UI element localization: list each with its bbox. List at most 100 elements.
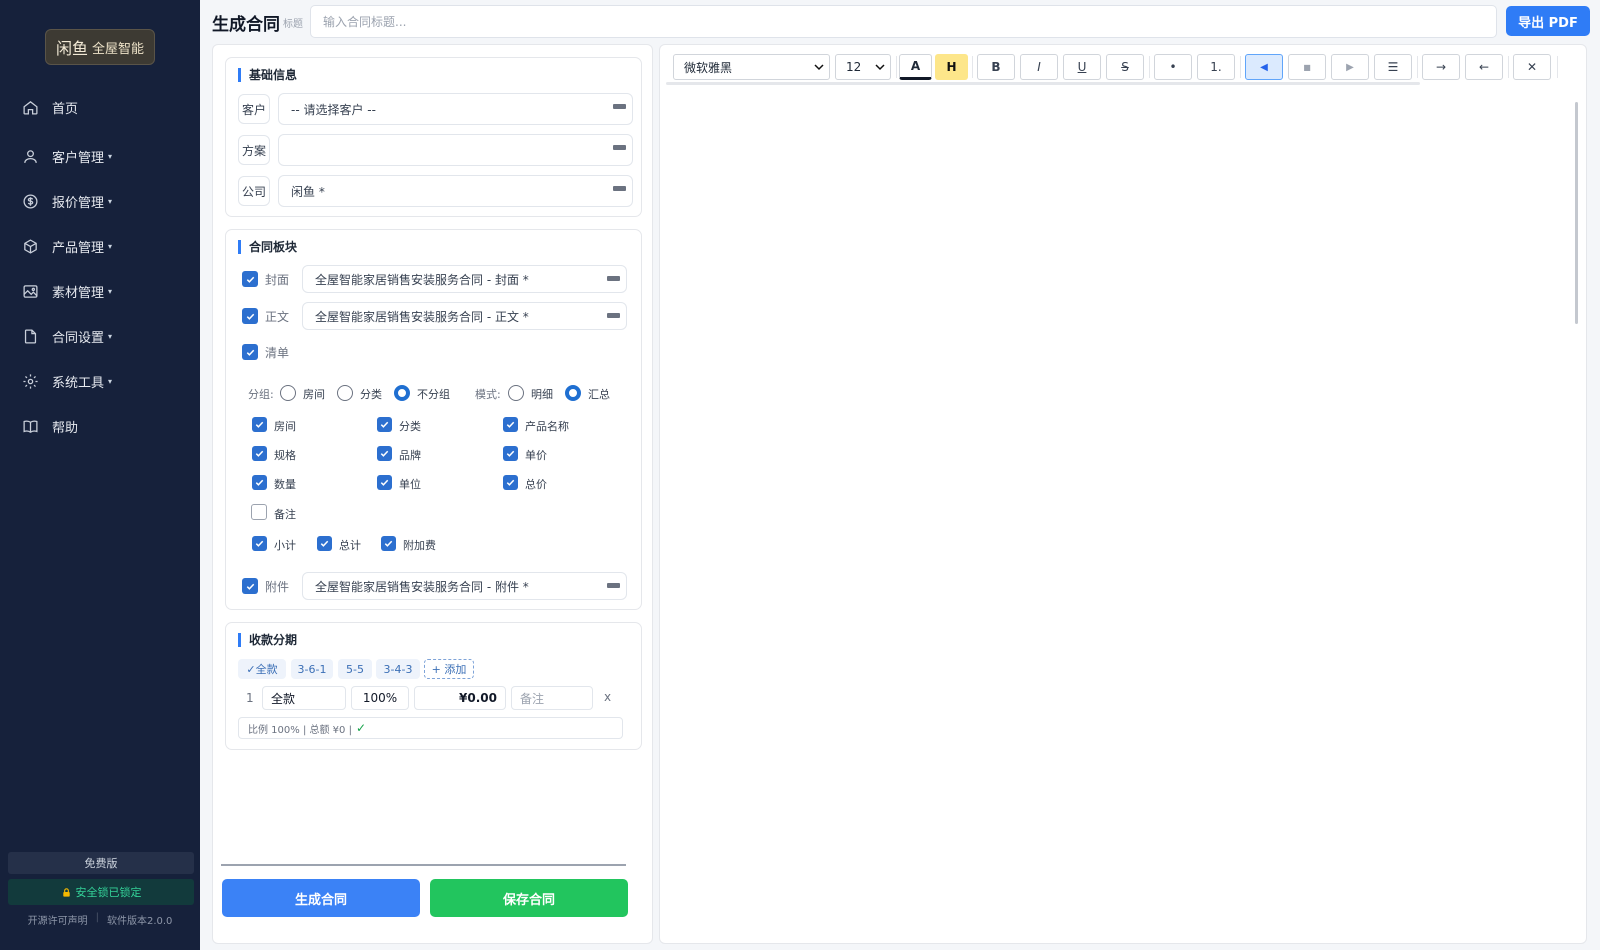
preset-3-4-3[interactable]: 3-4-3 bbox=[376, 659, 420, 679]
nav-item-contract-settings[interactable]: 合同设置 ▾ bbox=[0, 321, 200, 351]
list-checkbox[interactable] bbox=[242, 344, 258, 360]
installment-ratio-input[interactable]: 100% bbox=[351, 686, 409, 710]
cover-checkbox[interactable] bbox=[242, 271, 258, 287]
italic-button[interactable]: I bbox=[1020, 54, 1058, 80]
panel-divider bbox=[221, 864, 626, 866]
nav-item-customers[interactable]: 客户管理 ▾ bbox=[0, 141, 200, 171]
mode-radio-detail[interactable] bbox=[508, 385, 524, 401]
group-option-none: 不分组 bbox=[417, 388, 450, 401]
toolbar-separator bbox=[896, 56, 897, 78]
nav-label-system-tools: 系统工具 bbox=[52, 375, 105, 391]
underline-button[interactable]: U bbox=[1063, 54, 1101, 80]
highlight-button[interactable]: H bbox=[935, 54, 968, 80]
subtotal-label: 小计 bbox=[274, 539, 296, 552]
surcharge-checkbox[interactable] bbox=[381, 536, 396, 551]
group-radio-none[interactable] bbox=[394, 385, 410, 401]
justify-button[interactable]: ☰ bbox=[1374, 54, 1412, 80]
attachment-checkbox[interactable] bbox=[242, 578, 258, 594]
add-installment-button[interactable]: + 添加 bbox=[424, 659, 474, 679]
installment-amount-input[interactable]: ¥0.00 bbox=[414, 686, 506, 710]
plan-select[interactable] bbox=[278, 134, 633, 166]
clear-format-button[interactable]: ✕ bbox=[1513, 54, 1551, 80]
sidebar-footer: 开源许可声明 | 软件版本2.0.0 bbox=[0, 912, 200, 927]
align-left-button[interactable]: ◀ bbox=[1245, 54, 1283, 80]
plan-row: 方案 bbox=[238, 134, 633, 166]
bullet-list-button[interactable]: • bbox=[1154, 54, 1192, 80]
column-checkbox-spec[interactable] bbox=[252, 446, 267, 461]
nav-label-help: 帮助 bbox=[52, 420, 79, 436]
column-checkbox-note[interactable] bbox=[251, 504, 267, 520]
export-pdf-button[interactable]: 导出 PDF bbox=[1506, 6, 1590, 36]
contract-blocks-heading: 合同板块 bbox=[238, 240, 297, 254]
body-template-value: 全屋智能家居销售安装服务合同 - 正文 * bbox=[315, 309, 529, 324]
column-checkbox-brand[interactable] bbox=[377, 446, 392, 461]
nav-label-customers: 客户管理 bbox=[52, 150, 105, 166]
column-label-room: 房间 bbox=[274, 420, 296, 433]
installment-name-input[interactable]: 全款 bbox=[262, 686, 346, 710]
company-select-value: 闲鱼 * bbox=[291, 184, 325, 199]
indent-button[interactable]: → bbox=[1422, 54, 1460, 80]
body-checkbox[interactable] bbox=[242, 308, 258, 324]
outdent-button[interactable]: ← bbox=[1465, 54, 1503, 80]
column-checkbox-unit-price[interactable] bbox=[503, 446, 518, 461]
strikethrough-button[interactable]: S bbox=[1106, 54, 1144, 80]
remove-installment-button[interactable]: x bbox=[604, 690, 611, 704]
attachment-template-select[interactable]: 全屋智能家居销售安装服务合同 - 附件 * bbox=[302, 572, 627, 600]
customer-select[interactable]: -- 请选择客户 -- bbox=[278, 93, 633, 125]
toolbar-separator bbox=[1417, 56, 1418, 78]
group-radio-room[interactable] bbox=[280, 385, 296, 401]
basic-info-card: 基础信息 客户 -- 请选择客户 -- 方案 公司 闲鱼 * bbox=[225, 57, 642, 217]
installment-note-input[interactable]: 备注 bbox=[511, 686, 593, 710]
grand-total-checkbox[interactable] bbox=[317, 536, 332, 551]
column-checkbox-room[interactable] bbox=[252, 417, 267, 432]
editor-content-area[interactable] bbox=[660, 93, 1570, 933]
save-contract-button[interactable]: 保存合同 bbox=[430, 879, 628, 917]
subtotal-checkbox[interactable] bbox=[252, 536, 267, 551]
company-select[interactable]: 闲鱼 * bbox=[278, 175, 633, 207]
brand-seal: 闲鱼 bbox=[55, 39, 88, 58]
nav-item-materials[interactable]: 素材管理 ▾ bbox=[0, 276, 200, 306]
select-handle-icon bbox=[607, 583, 620, 588]
bold-button[interactable]: B bbox=[977, 54, 1015, 80]
align-right-button[interactable]: ▶ bbox=[1331, 54, 1369, 80]
brand-logo[interactable]: 闲鱼 全屋智能 bbox=[45, 29, 155, 65]
attachment-row: 附件 全屋智能家居销售安装服务合同 - 附件 * bbox=[242, 572, 627, 600]
nav-label-materials: 素材管理 bbox=[52, 285, 105, 301]
toolbar-separator bbox=[1508, 56, 1509, 78]
preset-5-5[interactable]: 5-5 bbox=[338, 659, 372, 679]
nav-item-quotes[interactable]: 报价管理 ▾ bbox=[0, 186, 200, 216]
column-checkbox-unit[interactable] bbox=[377, 475, 392, 490]
body-row: 正文 全屋智能家居销售安装服务合同 - 正文 * bbox=[242, 302, 627, 330]
generate-contract-button[interactable]: 生成合同 bbox=[222, 879, 420, 917]
editor-scrollbar[interactable] bbox=[1575, 102, 1578, 324]
nav-item-help[interactable]: 帮助 bbox=[0, 411, 200, 441]
select-handle-icon bbox=[613, 186, 626, 191]
license-link[interactable]: 开源许可声明 bbox=[28, 912, 88, 927]
column-checkbox-total-price[interactable] bbox=[503, 475, 518, 490]
mode-option-detail: 明细 bbox=[531, 388, 553, 401]
column-checkbox-category[interactable] bbox=[377, 417, 392, 432]
ordered-list-button[interactable]: 1. bbox=[1197, 54, 1235, 80]
nav-item-system-tools[interactable]: 系统工具 ▾ bbox=[0, 366, 200, 396]
mode-radio-summary[interactable] bbox=[565, 385, 581, 401]
column-checkbox-product-name[interactable] bbox=[503, 417, 518, 432]
preset-3-6-1[interactable]: 3-6-1 bbox=[291, 659, 333, 679]
nav-item-home[interactable]: 首页 bbox=[0, 92, 200, 122]
select-handle-icon bbox=[607, 276, 620, 281]
preset-full-payment[interactable]: ✓全款 bbox=[238, 659, 286, 679]
user-icon bbox=[24, 149, 37, 163]
group-option-room: 房间 bbox=[303, 388, 325, 401]
security-lock-status[interactable]: 安全锁已锁定 bbox=[8, 879, 194, 905]
align-center-button[interactable]: ■ bbox=[1288, 54, 1326, 80]
select-handle-icon bbox=[613, 104, 626, 109]
font-family-select[interactable]: 微软雅黑 bbox=[673, 54, 830, 80]
text-color-button[interactable]: A bbox=[899, 54, 932, 80]
payment-heading: 收款分期 bbox=[238, 633, 297, 647]
nav-item-products[interactable]: 产品管理 ▾ bbox=[0, 231, 200, 261]
contract-title-input[interactable] bbox=[310, 5, 1497, 38]
group-radio-category[interactable] bbox=[337, 385, 353, 401]
cover-template-select[interactable]: 全屋智能家居销售安装服务合同 - 封面 * bbox=[302, 265, 627, 293]
column-checkbox-quantity[interactable] bbox=[252, 475, 267, 490]
font-size-select[interactable]: 12 bbox=[835, 54, 891, 80]
body-template-select[interactable]: 全屋智能家居销售安装服务合同 - 正文 * bbox=[302, 302, 627, 330]
